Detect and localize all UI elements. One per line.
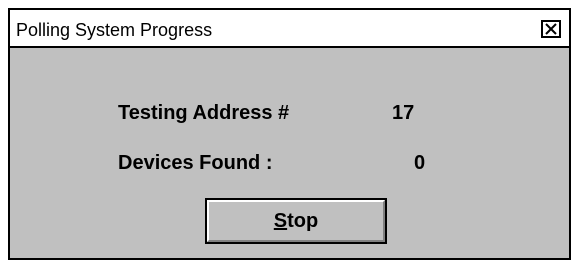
devices-found-label: Devices Found : [118, 152, 273, 174]
window-title: Polling System Progress [16, 20, 213, 40]
testing-address-label: Testing Address # [118, 102, 290, 124]
stop-button[interactable]: Stop [205, 198, 387, 244]
devices-found-value: 0 [414, 152, 426, 174]
stop-mnemonic: S [273, 209, 288, 232]
stop-button-label: Stop [274, 210, 318, 233]
title-bar[interactable]: Polling System Progress [10, 10, 569, 48]
dialog-body: Testing Address # 17 Devices Found : 0 S… [10, 48, 569, 258]
close-icon [545, 23, 557, 35]
stop-label-rest: top [287, 209, 319, 232]
close-button[interactable] [541, 20, 561, 38]
polling-progress-dialog: Polling System Progress Testing Address … [8, 8, 571, 260]
testing-address-value: 17 [392, 102, 415, 124]
